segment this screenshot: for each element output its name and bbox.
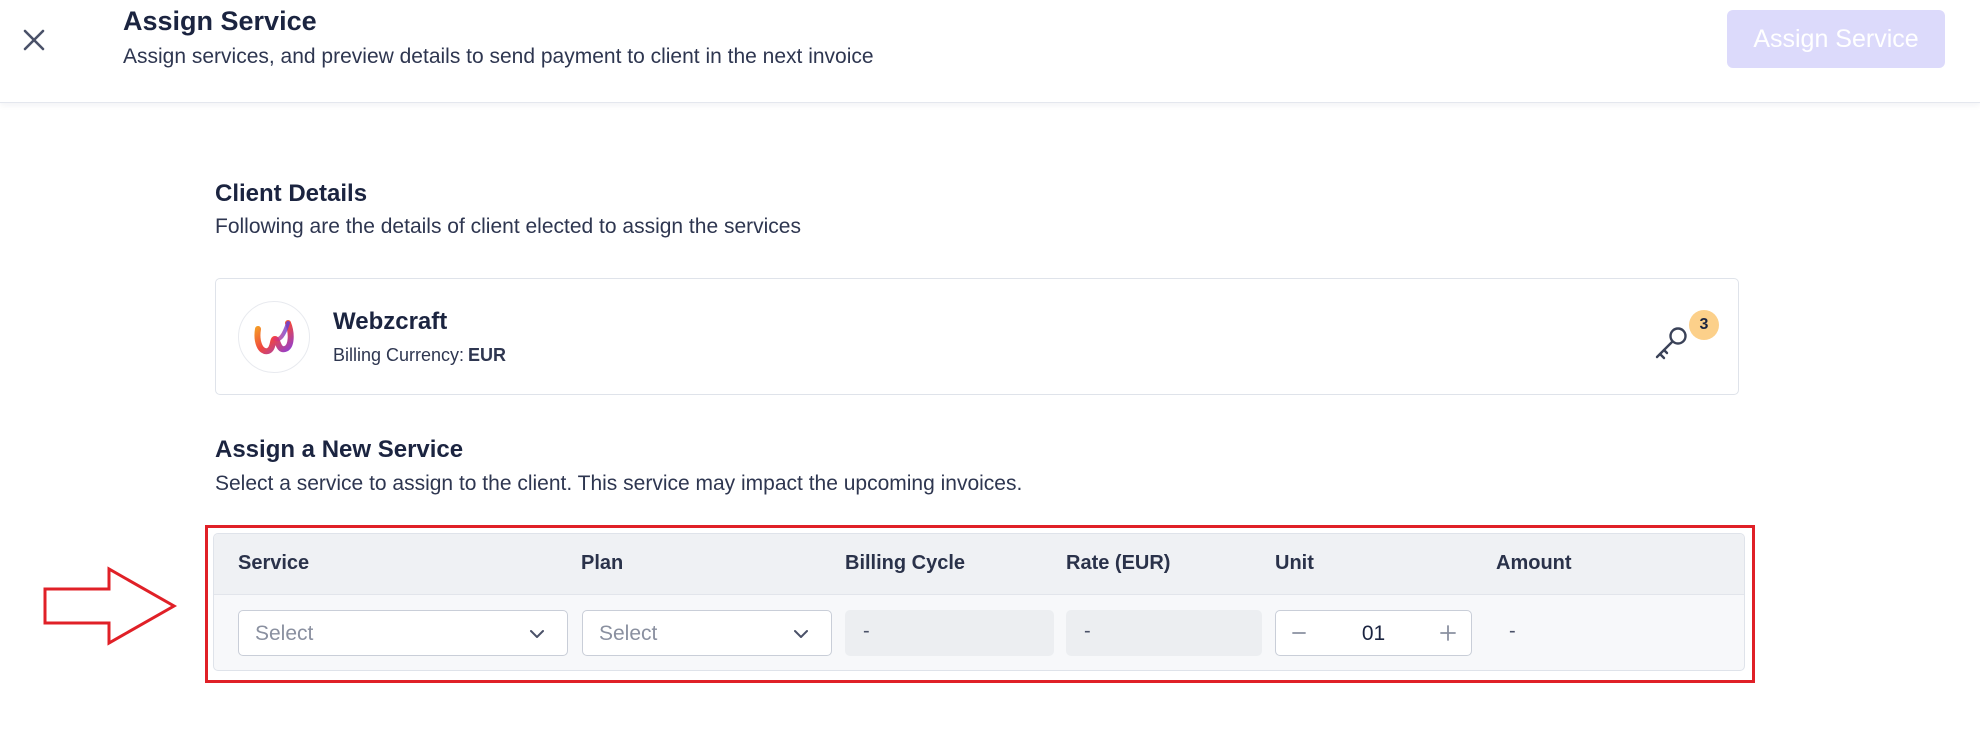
unit-stepper[interactable]: 01	[1275, 610, 1472, 656]
assign-section-description: Select a service to assign to the client…	[215, 472, 1023, 495]
page-header: Assign Service Assign services, and prev…	[0, 0, 1980, 103]
client-avatar	[238, 301, 310, 373]
increment-button[interactable]	[1425, 611, 1471, 655]
key-count-badge: 3	[1689, 310, 1719, 340]
minus-icon	[1292, 632, 1306, 634]
key-button[interactable]: 3	[1650, 310, 1720, 370]
chevron-down-icon	[794, 630, 808, 638]
rate-field: -	[1066, 610, 1262, 656]
column-header-service: Service	[238, 552, 310, 574]
service-select-placeholder: Select	[255, 622, 314, 645]
assign-section-title: Assign a New Service	[215, 436, 464, 463]
close-icon	[23, 29, 45, 51]
client-details-title: Client Details	[215, 180, 368, 207]
column-header-plan: Plan	[581, 552, 624, 574]
page-title: Assign Service	[123, 6, 317, 36]
client-card: Webzcraft Billing Currency: EUR 3	[215, 278, 1739, 395]
amount-value: -	[1509, 620, 1516, 642]
service-table: Service Plan Billing Cycle Rate (EUR) Un…	[213, 533, 1745, 671]
plus-icon	[1440, 625, 1456, 641]
service-select[interactable]: Select	[238, 610, 568, 656]
billing-cycle-value: -	[863, 620, 870, 642]
assign-service-button[interactable]: Assign Service	[1727, 10, 1945, 68]
column-header-billing-cycle: Billing Cycle	[845, 552, 966, 574]
chevron-down-icon	[530, 630, 544, 638]
column-header-rate: Rate (EUR)	[1066, 552, 1171, 574]
column-header-amount: Amount	[1496, 552, 1572, 574]
rate-value: -	[1084, 620, 1091, 642]
billing-currency-value: EUR	[468, 345, 507, 365]
webzcraft-logo	[254, 320, 294, 355]
plan-select-placeholder: Select	[599, 622, 658, 645]
client-name: Webzcraft	[333, 308, 448, 335]
key-icon	[1655, 327, 1687, 360]
billing-currency: Billing Currency: EUR	[333, 345, 506, 366]
annotation-arrow-icon	[43, 566, 178, 646]
table-header: Service Plan Billing Cycle Rate (EUR) Un…	[214, 534, 1744, 595]
billing-cycle-field: -	[845, 610, 1054, 656]
close-button[interactable]	[14, 20, 54, 60]
column-header-unit: Unit	[1275, 552, 1314, 574]
billing-currency-label: Billing Currency:	[333, 345, 465, 365]
decrement-button[interactable]	[1276, 611, 1322, 655]
page-subtitle: Assign services, and preview details to …	[123, 45, 874, 68]
plan-select[interactable]: Select	[582, 610, 832, 656]
unit-value[interactable]: 01	[1326, 622, 1421, 646]
client-details-description: Following are the details of client elec…	[215, 215, 801, 238]
